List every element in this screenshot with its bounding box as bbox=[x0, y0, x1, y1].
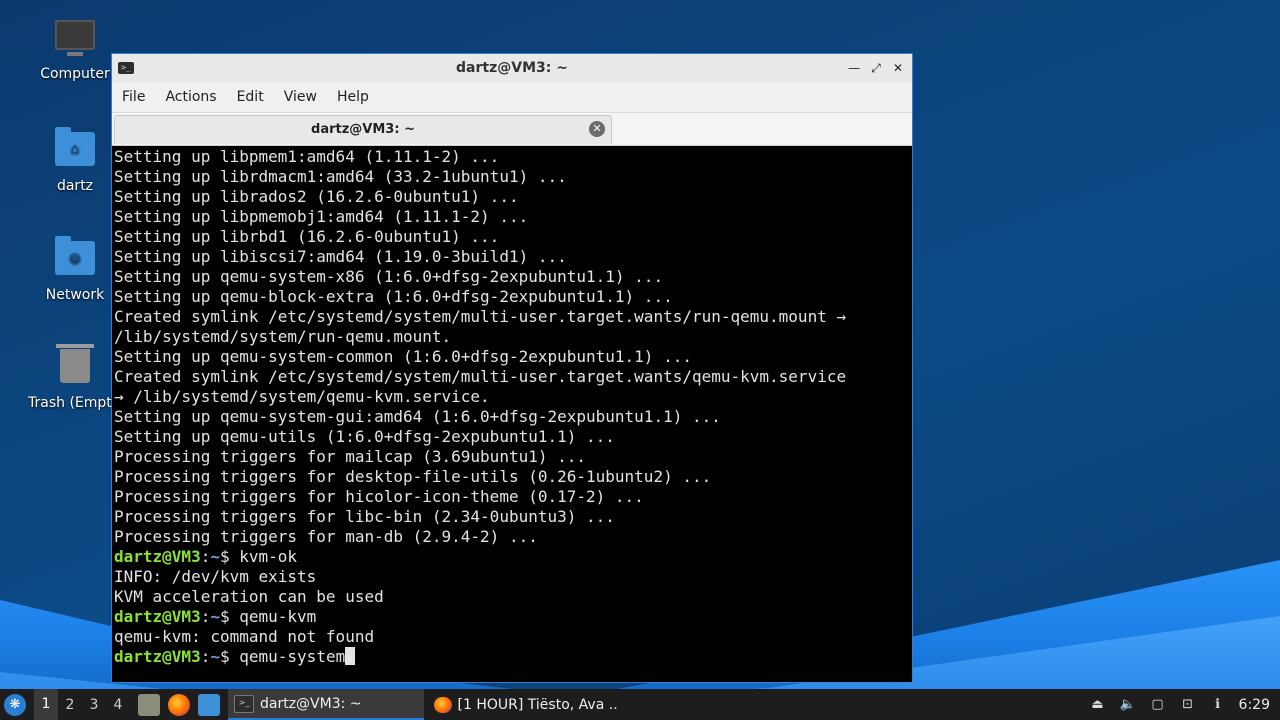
output-line: Processing triggers for mailcap (3.69ubu… bbox=[114, 447, 587, 466]
home-folder-icon: ⌂ bbox=[55, 127, 95, 172]
eject-icon[interactable]: ⏏ bbox=[1089, 696, 1107, 714]
desktop-icon-network[interactable]: ◉ Network bbox=[27, 236, 123, 303]
firefox-task-icon bbox=[434, 696, 452, 713]
terminal-tab[interactable]: dartz@VM3: ~ ✕ bbox=[114, 115, 612, 144]
prompt-line: dartz@VM3:~$ kvm-ok bbox=[114, 547, 298, 566]
start-menu-icon[interactable]: ❋ bbox=[4, 693, 26, 716]
output-line: qemu-kvm: command not found bbox=[114, 627, 375, 646]
terminal-window[interactable]: >_ dartz@VM3: ~ — ⤢ ✕ File Actions Edit … bbox=[111, 53, 913, 683]
desktop-icon-label: dartz bbox=[56, 178, 94, 194]
close-icon[interactable]: ✕ bbox=[890, 60, 906, 76]
system-tray: ⏏ 🔈 ▢ ⊡ ℹ 6:29 bbox=[1089, 696, 1270, 714]
output-line: → /lib/systemd/system/qemu-kvm.service. bbox=[114, 387, 490, 406]
output-line: Setting up qemu-system-common (1:6.0+dfs… bbox=[114, 347, 692, 366]
output-line: Setting up libpmemobj1:amd64 (1.11.1-2) … bbox=[114, 207, 529, 226]
output-line: Setting up librados2 (16.2.6-0ubuntu1) .… bbox=[114, 187, 519, 206]
tab-label: dartz@VM3: ~ bbox=[311, 122, 415, 137]
output-line: Processing triggers for man-db (2.9.4-2)… bbox=[114, 527, 538, 546]
prompt-line-current[interactable]: dartz@VM3:~$ qemu-system bbox=[114, 647, 910, 667]
clock[interactable]: 6:29 bbox=[1239, 697, 1270, 713]
taskbar: ❋ 1 2 3 4 >_ dartz@VM3: ~ [1 HOUR] Tiëst… bbox=[0, 689, 1280, 720]
text-cursor bbox=[345, 647, 356, 665]
clipboard-icon[interactable]: ▢ bbox=[1149, 696, 1167, 714]
network-tray-icon[interactable]: ⊡ bbox=[1179, 696, 1197, 714]
workspace-3[interactable]: 3 bbox=[82, 697, 106, 713]
workspace-1[interactable]: 1 bbox=[34, 689, 58, 720]
output-line: Setting up libiscsi7:amd64 (1.19.0-3buil… bbox=[114, 247, 567, 266]
task-label: [1 HOUR] Tiësto, Ava ... bbox=[457, 696, 618, 713]
workspace-2[interactable]: 2 bbox=[58, 697, 82, 713]
trash-icon bbox=[55, 344, 95, 389]
desktop-icon-label: Network bbox=[45, 287, 105, 303]
terminal-task-icon: >_ bbox=[234, 694, 254, 713]
desktop-icon-label: Trash (Empty) bbox=[28, 395, 116, 411]
tab-bar: dartz@VM3: ~ ✕ bbox=[112, 113, 912, 146]
current-input: qemu-system bbox=[239, 647, 346, 666]
maximize-icon[interactable]: ⤢ bbox=[868, 60, 884, 76]
output-line: Created symlink /etc/systemd/system/mult… bbox=[114, 307, 847, 326]
menu-view[interactable]: View bbox=[274, 89, 327, 105]
minimize-icon[interactable]: — bbox=[846, 60, 862, 76]
window-titlebar[interactable]: >_ dartz@VM3: ~ — ⤢ ✕ bbox=[112, 54, 912, 82]
tab-close-icon[interactable]: ✕ bbox=[589, 121, 605, 137]
output-line: Setting up libpmem1:amd64 (1.11.1-2) ... bbox=[114, 147, 500, 166]
menu-file[interactable]: File bbox=[112, 89, 155, 105]
output-line: Setting up librbd1 (16.2.6-0ubuntu1) ... bbox=[114, 227, 500, 246]
workspace-4[interactable]: 4 bbox=[106, 697, 130, 713]
command-text: qemu-kvm bbox=[239, 607, 317, 626]
menu-actions[interactable]: Actions bbox=[155, 89, 226, 105]
desktop-icon-label: Computer bbox=[40, 66, 110, 82]
file-manager-icon[interactable] bbox=[138, 693, 160, 716]
window-title: dartz@VM3: ~ bbox=[456, 60, 568, 76]
output-line: Setting up librdmacm1:amd64 (33.2-1ubunt… bbox=[114, 167, 567, 186]
output-line: Processing triggers for desktop-file-uti… bbox=[114, 467, 712, 486]
firefox-icon[interactable] bbox=[168, 693, 190, 716]
output-line: /lib/systemd/system/run-qemu.mount. bbox=[114, 327, 452, 346]
menubar: File Actions Edit View Help bbox=[112, 82, 912, 113]
menu-edit[interactable]: Edit bbox=[227, 89, 274, 105]
menu-help[interactable]: Help bbox=[327, 89, 379, 105]
output-line: Setting up qemu-system-gui:amd64 (1:6.0+… bbox=[114, 407, 721, 426]
output-line: KVM acceleration can be used bbox=[114, 587, 384, 606]
computer-icon bbox=[55, 20, 95, 60]
output-line: Setting up qemu-utils (1:6.0+dfsg-2expub… bbox=[114, 427, 615, 446]
output-line: Processing triggers for hicolor-icon-the… bbox=[114, 487, 644, 506]
command-text: kvm-ok bbox=[239, 547, 298, 566]
terminal-output[interactable]: Setting up libpmem1:amd64 (1.11.1-2) ...… bbox=[114, 147, 910, 680]
desktop-icon-computer[interactable]: Computer bbox=[27, 20, 123, 82]
output-line: INFO: /dev/kvm exists bbox=[114, 567, 317, 586]
output-line: Created symlink /etc/systemd/system/mult… bbox=[114, 367, 847, 386]
prompt-line: dartz@VM3:~$ qemu-kvm bbox=[114, 607, 317, 626]
task-terminal[interactable]: >_ dartz@VM3: ~ bbox=[228, 689, 424, 720]
output-line: Processing triggers for libc-bin (2.34-0… bbox=[114, 507, 615, 526]
task-label: dartz@VM3: ~ bbox=[260, 695, 362, 712]
update-notifier-icon[interactable]: ℹ bbox=[1209, 696, 1227, 714]
desktop-icon-home[interactable]: ⌂ dartz bbox=[27, 127, 123, 194]
volume-icon[interactable]: 🔈 bbox=[1119, 696, 1137, 714]
show-desktop-icon[interactable] bbox=[198, 693, 220, 716]
output-line: Setting up qemu-system-x86 (1:6.0+dfsg-2… bbox=[114, 267, 664, 286]
output-line: Setting up qemu-block-extra (1:6.0+dfsg-… bbox=[114, 287, 673, 306]
network-folder-icon: ◉ bbox=[55, 236, 95, 281]
task-firefox[interactable]: [1 HOUR] Tiësto, Ava ... bbox=[428, 689, 624, 720]
